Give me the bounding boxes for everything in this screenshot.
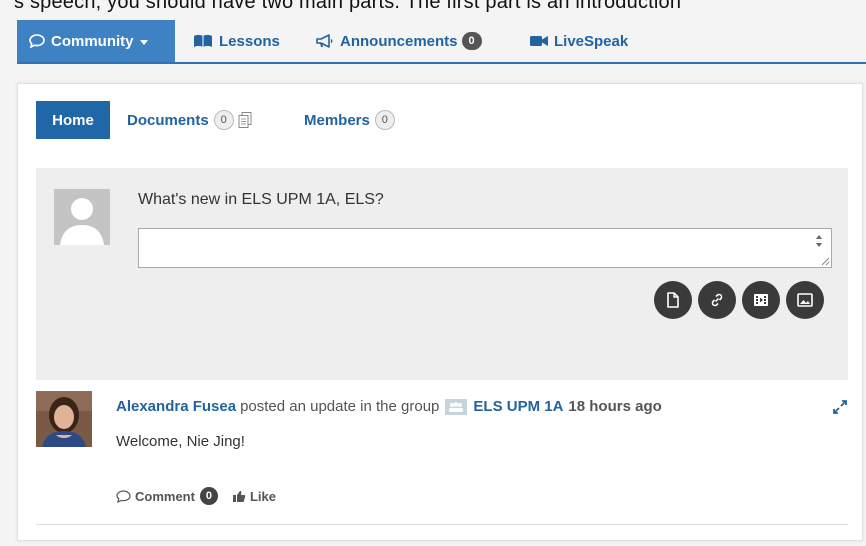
tab-members[interactable]: Members 0 (304, 101, 395, 139)
default-avatar-icon (54, 189, 110, 245)
whats-new-prompt: What's new in ELS UPM 1A, ELS? (138, 191, 384, 208)
tab-documents[interactable]: Documents 0 (127, 101, 252, 139)
video-icon (754, 294, 768, 306)
nav-lessons-label: Lessons (219, 32, 280, 50)
documents-count-badge: 0 (213, 110, 234, 130)
top-navigation: Community Lessons Announcements 0 LiveSp… (17, 20, 866, 64)
tab-members-label: Members (304, 111, 370, 129)
attach-link-button[interactable] (698, 281, 736, 319)
nav-lessons[interactable]: Lessons (193, 20, 280, 62)
comments-icon (29, 34, 45, 48)
author-avatar[interactable] (36, 391, 92, 447)
activity-header: Alexandra Fusea posted an update in the … (116, 398, 662, 415)
nav-livespeak[interactable]: LiveSpeak (530, 20, 628, 62)
whats-new-textarea[interactable] (138, 228, 832, 268)
like-label: Like (249, 488, 276, 504)
nav-community[interactable]: Community (17, 20, 175, 62)
book-icon (193, 34, 213, 48)
comment-icon (116, 489, 131, 503)
like-button[interactable]: Like (232, 489, 276, 504)
comment-count-badge: 0 (199, 487, 218, 505)
textarea-spinner-icon[interactable] (813, 231, 825, 251)
bullhorn-icon (316, 34, 334, 48)
group-link[interactable]: ELS UPM 1A (473, 398, 563, 415)
file-icon (667, 292, 679, 308)
announcements-count-badge: 0 (461, 32, 482, 50)
group-panel: Home Documents 0 Members 0 What's new in… (17, 83, 863, 541)
group-icon (445, 398, 468, 415)
chevron-down-icon (139, 39, 148, 45)
comment-label: Comment (135, 488, 195, 504)
author-link[interactable]: Alexandra Fusea (116, 398, 236, 415)
comment-button[interactable]: Comment 0 (116, 487, 218, 505)
nav-announcements[interactable]: Announcements 0 (316, 20, 482, 62)
thumbs-up-icon (232, 490, 246, 502)
video-camera-icon (530, 35, 548, 47)
image-icon (797, 293, 813, 307)
nav-announcements-label: Announcements (340, 32, 458, 50)
documents-icon (238, 111, 252, 129)
activity-meta: Comment 0 Like (116, 487, 276, 505)
nav-livespeak-label: LiveSpeak (554, 32, 629, 50)
link-icon (711, 293, 723, 307)
expand-icon[interactable] (832, 399, 848, 415)
attach-video-button[interactable] (742, 281, 780, 319)
resize-grip-icon[interactable] (820, 256, 830, 266)
tab-home[interactable]: Home (36, 101, 110, 139)
author-photo (36, 391, 92, 447)
tab-documents-label: Documents (127, 111, 209, 129)
members-count-badge: 0 (374, 110, 395, 130)
post-attachment-tools (654, 281, 824, 319)
attach-image-button[interactable] (786, 281, 824, 319)
clipped-heading-text: s speech, you should have two main parts… (0, 0, 866, 14)
activity-item: Alexandra Fusea posted an update in the … (36, 391, 848, 525)
nav-community-label: Community (51, 32, 134, 50)
activity-content: Welcome, Nie Jing! (116, 433, 245, 450)
attach-file-button[interactable] (654, 281, 692, 319)
clipped-text: s speech, you should have two main parts… (14, 0, 682, 13)
user-avatar (54, 189, 110, 245)
activity-action-text: posted an update in the group (240, 398, 440, 415)
activity-timestamp[interactable]: 18 hours ago (568, 398, 661, 415)
whats-new-form: What's new in ELS UPM 1A, ELS? (36, 168, 848, 380)
